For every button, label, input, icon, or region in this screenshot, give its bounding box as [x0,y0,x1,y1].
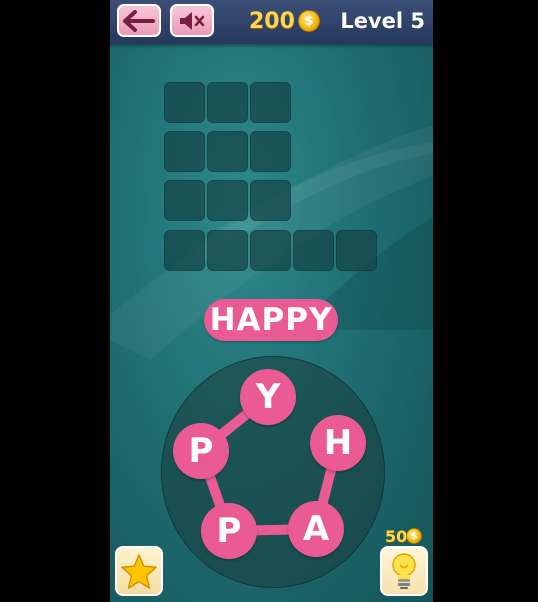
lightbulb-icon [392,553,416,589]
letter-tile-p-bottom[interactable]: P [201,503,257,559]
hint-cost: 50 [385,527,408,546]
star-icon [121,554,157,589]
letter-tile-a[interactable]: A [288,501,344,557]
letter-tile-p-left[interactable]: P [173,423,229,479]
coin-icon: $ [406,528,422,544]
star-button[interactable] [115,546,163,596]
letter-tile-y[interactable]: Y [240,369,296,425]
letter-tile-h[interactable]: H [310,415,366,471]
hint-button[interactable] [380,546,428,596]
letter-connection-path [196,392,343,536]
game-screen: 200 $ Level 5 HAPPY Y H A P P 50 $ [110,0,433,602]
